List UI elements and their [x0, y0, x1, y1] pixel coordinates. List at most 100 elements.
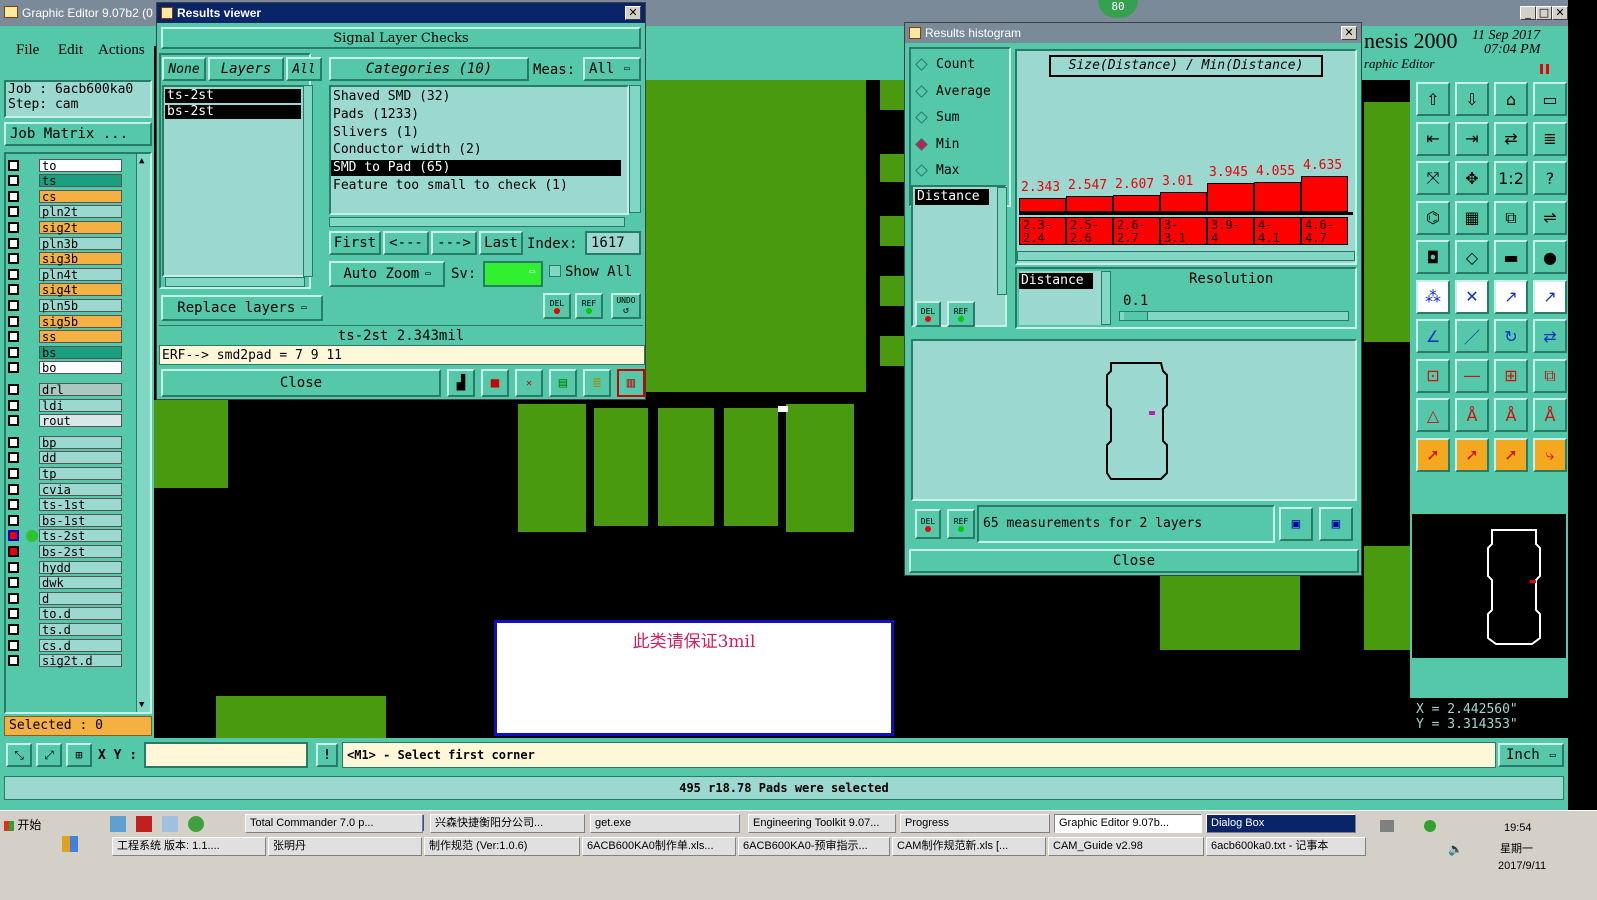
rv-layer-item[interactable]: ts-2st	[165, 89, 301, 103]
taskbar-button[interactable]: 兴森快捷衡阳分公司...	[430, 814, 585, 833]
notepad-icon[interactable]	[162, 816, 178, 832]
ref-button[interactable]: REF	[575, 293, 603, 319]
minimize-button[interactable]: _	[1520, 6, 1536, 20]
layer-row[interactable]: dwk	[8, 576, 122, 590]
measure-icon[interactable]: ⤢	[36, 743, 62, 767]
menu-actions[interactable]: Actions	[98, 42, 145, 59]
layer-row[interactable]: cs	[8, 189, 122, 203]
measure-bar-icon[interactable]: ▬	[1494, 240, 1528, 274]
none-button[interactable]: None	[162, 57, 206, 81]
index-input[interactable]: 1617	[585, 231, 641, 255]
layer-checkbox[interactable]	[8, 331, 19, 343]
volume-icon[interactable]: 🔈	[1448, 842, 1463, 856]
import-icon[interactable]: ▣	[1319, 507, 1353, 541]
link-icon[interactable]: ↗	[1533, 279, 1567, 314]
rh-close-icon[interactable]: ✕	[1341, 26, 1357, 40]
align-icon[interactable]: ⇌	[1533, 200, 1567, 235]
pick-icon[interactable]: ➚	[1494, 437, 1528, 472]
histogram-bar[interactable]	[1019, 198, 1066, 212]
rv-layer-item[interactable]: bs-2st	[165, 105, 301, 119]
select-icon[interactable]: ➚	[1455, 437, 1489, 472]
layer-checkbox[interactable]	[8, 175, 19, 187]
del-button[interactable]: DEL	[543, 293, 571, 319]
resolution-slider[interactable]	[1119, 311, 1349, 321]
maximize-button[interactable]: □	[1536, 6, 1552, 20]
option-max[interactable]: Max	[915, 163, 959, 178]
app-grid-icon[interactable]	[62, 836, 78, 852]
layer-checkbox[interactable]	[8, 315, 19, 327]
layer-checkbox[interactable]	[8, 592, 19, 604]
connect-icon[interactable]: ↗	[1494, 279, 1528, 314]
rh-del-button[interactable]: DEL	[915, 301, 941, 327]
rv-layers-vscroll[interactable]	[303, 85, 313, 277]
auto-zoom-select[interactable]: Auto Zoom ▭	[329, 261, 445, 287]
layer-checkbox[interactable]	[8, 577, 19, 589]
home-icon[interactable]: ⌂	[1494, 82, 1528, 116]
erf-icon[interactable]: ✕	[515, 369, 543, 397]
fit-icon[interactable]: ⤧	[1416, 161, 1450, 195]
cross-icon[interactable]: ✕	[1455, 279, 1489, 314]
import-icon[interactable]: ⇤	[1416, 121, 1450, 156]
layer-row[interactable]: bo	[8, 361, 122, 375]
layer-checkbox[interactable]	[8, 436, 19, 448]
categories-hscroll[interactable]	[329, 217, 625, 227]
rv-layers-scrollbar[interactable]	[165, 277, 305, 287]
record-icon[interactable]: ■	[481, 369, 509, 397]
category-item[interactable]: Feature too small to check (1)	[331, 178, 621, 194]
layer-row[interactable]: to.d	[8, 607, 122, 621]
distance-vscroll[interactable]	[997, 187, 1007, 295]
layer-checkbox[interactable]	[8, 545, 19, 557]
histogram-bar[interactable]	[1160, 192, 1207, 212]
units-select[interactable]: Inch ▭	[1498, 743, 1564, 767]
taskbar-button[interactable]: 6ACB600KA0-预审指示...	[738, 837, 890, 856]
scroll-down-icon[interactable]: ▼	[139, 700, 144, 710]
arrow-a-icon[interactable]: Å	[1455, 398, 1489, 432]
layer-checkbox[interactable]	[8, 483, 19, 495]
option-average[interactable]: Average	[915, 84, 991, 99]
rv-close-button[interactable]: Close	[161, 369, 441, 397]
triangle-icon[interactable]: △	[1416, 398, 1450, 432]
notes-icon[interactable]: ≣	[583, 369, 611, 397]
panel-icon[interactable]: ⧉	[1494, 200, 1528, 235]
histogram-bar[interactable]	[1301, 176, 1348, 212]
layer-row[interactable]: sig4t	[8, 283, 122, 297]
layer-row[interactable]: d	[8, 591, 122, 605]
rotate-icon[interactable]: ↻	[1494, 319, 1528, 353]
pdf-icon[interactable]	[136, 816, 152, 832]
ruler-icon[interactable]: ⌬	[1416, 200, 1450, 235]
category-item[interactable]: SMD to Pad (65)	[331, 160, 621, 177]
layer-checkbox[interactable]	[8, 362, 19, 374]
preview-del-button[interactable]: DEL	[915, 509, 941, 539]
histogram-hscroll[interactable]	[1017, 251, 1355, 261]
zoom-area-icon[interactable]: ⤡	[6, 743, 32, 767]
layer-row[interactable]: hydd	[8, 560, 122, 574]
layer-checkbox[interactable]	[8, 159, 19, 171]
distance-item[interactable]: Distance	[915, 189, 989, 205]
layer-row[interactable]: ss	[8, 330, 122, 344]
export-icon[interactable]: ⇥	[1455, 121, 1489, 156]
preview-ref-button[interactable]: REF	[947, 509, 975, 539]
taskbar-button[interactable]: 制作规范 (Ver:1.0.6)	[424, 837, 580, 856]
grid-icon[interactable]: ⊞	[66, 743, 92, 767]
layers-button[interactable]: Layers	[208, 57, 284, 81]
all-layers-button[interactable]: All	[286, 57, 322, 81]
sv-color-select[interactable]: ▭	[483, 261, 543, 287]
distance2-vscroll[interactable]	[1101, 271, 1111, 325]
taskbar-button[interactable]: Engineering Toolkit 9.07...	[748, 814, 896, 833]
layer-checkbox[interactable]	[8, 299, 19, 311]
taskbar-button[interactable]: Progress	[900, 814, 1050, 833]
copy-icon[interactable]: ⧉	[1533, 358, 1567, 393]
histogram-bar[interactable]	[1254, 182, 1301, 212]
histogram-bar[interactable]	[1066, 196, 1113, 212]
mirror-icon[interactable]: ⇄	[1533, 319, 1567, 353]
prev-button[interactable]: <---	[383, 231, 429, 255]
categories-vscroll[interactable]	[629, 85, 641, 213]
taskbar-button[interactable]: Dialog Box	[1206, 814, 1356, 833]
layer-checkbox[interactable]	[8, 346, 19, 358]
xy-input[interactable]	[144, 742, 308, 768]
option-sum[interactable]: Sum	[915, 110, 959, 125]
arrow-c-icon[interactable]: Å	[1533, 398, 1567, 432]
layer-row[interactable]: sig3b	[8, 252, 122, 266]
layer-checkbox[interactable]	[8, 623, 19, 635]
next-button[interactable]: --->	[431, 231, 477, 255]
